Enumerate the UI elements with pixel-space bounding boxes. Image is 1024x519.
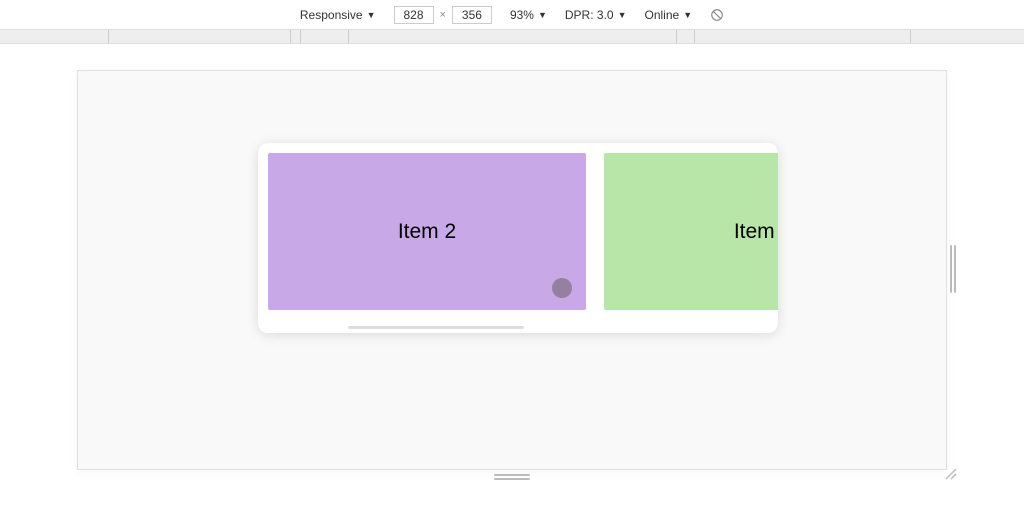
height-resize-handle[interactable]: [494, 473, 530, 481]
device-toolbar: Responsive ▼ × 93% ▼ DPR: 3.0 ▼ Online ▼: [0, 0, 1024, 30]
ruler-tick: [348, 30, 349, 43]
carousel-track[interactable]: Item 2 Item 3: [268, 153, 768, 310]
carousel-item-label: Item 3: [734, 220, 778, 244]
dropdown-arrow-icon: ▼: [683, 10, 692, 20]
touch-indicator-icon: [552, 278, 572, 298]
rotate-button[interactable]: [710, 8, 724, 22]
carousel-item[interactable]: Item 2: [268, 153, 586, 310]
ruler-tick: [694, 30, 695, 43]
dropdown-arrow-icon: ▼: [367, 10, 376, 20]
width-resize-handle[interactable]: [948, 245, 958, 293]
rotate-icon: [710, 8, 724, 22]
ruler-tick: [676, 30, 677, 43]
zoom-selector[interactable]: 93% ▼: [510, 8, 547, 22]
responsive-mode-label: Responsive: [300, 8, 363, 22]
throttle-selector[interactable]: Online ▼: [645, 8, 693, 22]
carousel-scrollbar[interactable]: [348, 326, 524, 329]
resize-grip-icon: [944, 467, 958, 481]
throttle-label: Online: [645, 8, 680, 22]
zoom-label: 93%: [510, 8, 534, 22]
ruler-tick: [290, 30, 291, 43]
ruler-tick: [108, 30, 109, 43]
carousel-item[interactable]: Item 3: [604, 153, 778, 310]
ruler-tick: [910, 30, 911, 43]
width-input[interactable]: [394, 6, 434, 24]
carousel-item-label: Item 2: [398, 220, 456, 244]
preview-area: Item 2 Item 3: [0, 44, 1024, 519]
height-input[interactable]: [452, 6, 492, 24]
responsive-mode-selector[interactable]: Responsive ▼: [300, 8, 376, 22]
media-query-ruler[interactable]: [0, 30, 1024, 44]
ruler-tick: [300, 30, 301, 43]
carousel-card: Item 2 Item 3: [258, 143, 778, 333]
dimension-separator: ×: [440, 9, 446, 21]
corner-resize-handle[interactable]: [944, 467, 958, 481]
dimensions-group: ×: [394, 6, 492, 24]
dropdown-arrow-icon: ▼: [618, 10, 627, 20]
simulated-viewport[interactable]: Item 2 Item 3: [77, 70, 947, 470]
dpr-selector[interactable]: DPR: 3.0 ▼: [565, 8, 627, 22]
dpr-label: DPR: 3.0: [565, 8, 614, 22]
dropdown-arrow-icon: ▼: [538, 10, 547, 20]
